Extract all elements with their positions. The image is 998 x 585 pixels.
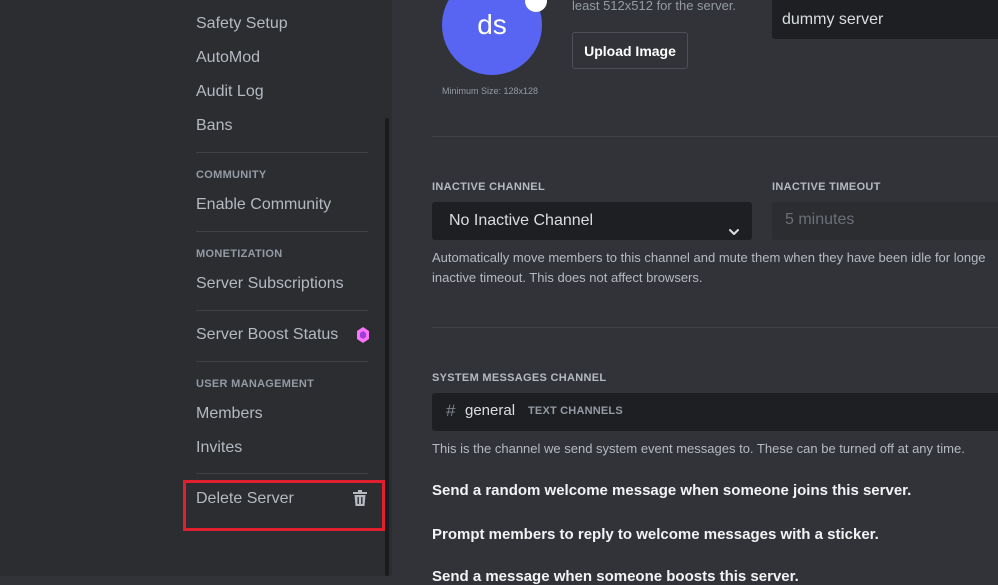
inactive-channel-value: No Inactive Channel	[449, 212, 594, 229]
inactive-timeout-value: 5 minutes	[785, 211, 855, 228]
sidebar-item-server-subscriptions[interactable]: Server Subscriptions	[196, 274, 344, 294]
avatar-initials: ds	[477, 9, 507, 40]
system-messages-label: SYSTEM MESSAGES CHANNEL	[432, 372, 607, 384]
sidebar-header-monetization: MONETIZATION	[196, 248, 283, 260]
server-icon-avatar[interactable]: ds	[442, 0, 542, 75]
inactive-timeout-label: INACTIVE TIMEOUT	[772, 181, 881, 193]
inactive-channel-label: INACTIVE CHANNEL	[432, 181, 545, 193]
inactive-help-line1: Automatically move members to this chann…	[432, 250, 986, 265]
sidebar-item-audit-log[interactable]: Audit Log	[196, 82, 264, 102]
upload-hint: least 512x512 for the server.	[572, 0, 737, 13]
upload-image-button[interactable]: Upload Image	[572, 32, 688, 69]
sidebar-item-bans[interactable]: Bans	[196, 116, 232, 136]
system-channel-name: general	[465, 402, 516, 419]
inactive-timeout-select[interactable]: 5 minutes	[772, 202, 998, 240]
sidebar-divider	[196, 473, 368, 474]
section-divider	[432, 327, 998, 328]
sidebar-divider	[196, 310, 368, 311]
min-size-hint: Minimum Size: 128x128	[442, 86, 539, 96]
boost-gem-icon	[357, 327, 369, 348]
sidebar-header-user-management: USER MANAGEMENT	[196, 378, 315, 390]
system-channel-category: TEXT CHANNELS	[528, 405, 623, 417]
inactive-channel-select[interactable]: No Inactive Channel	[432, 202, 752, 240]
sidebar-item-server-boost-status[interactable]: Server Boost Status	[196, 325, 338, 345]
inactive-help-line2: inactive timeout. This does not affect b…	[432, 270, 703, 285]
sidebar-scrollbar[interactable]	[385, 118, 389, 576]
settings-sidebar: Safety Setup AutoMod Audit Log Bans COMM…	[0, 0, 392, 576]
delete-server-highlight	[183, 480, 385, 531]
sidebar-divider	[196, 231, 368, 232]
toggle-welcome-message[interactable]: Send a random welcome message when someo…	[432, 482, 911, 499]
system-messages-channel-select[interactable]: # general TEXT CHANNELS	[432, 393, 998, 431]
server-name-input[interactable]: dummy server	[772, 0, 998, 39]
system-messages-help: This is the channel we send system event…	[432, 441, 965, 456]
sidebar-item-invites[interactable]: Invites	[196, 438, 242, 458]
toggle-boost-message[interactable]: Send a message when someone boosts this …	[432, 568, 799, 585]
sidebar-item-automod[interactable]: AutoMod	[196, 48, 260, 68]
toggle-sticker-reply[interactable]: Prompt members to reply to welcome messa…	[432, 526, 879, 543]
sidebar-header-community: COMMUNITY	[196, 169, 267, 181]
sidebar-item-safety-setup[interactable]: Safety Setup	[196, 14, 288, 34]
sidebar-divider	[196, 152, 368, 153]
hashtag-icon: #	[446, 401, 456, 420]
sidebar-divider	[196, 361, 368, 362]
section-divider	[432, 136, 998, 137]
sidebar-item-members[interactable]: Members	[196, 404, 263, 424]
sidebar-item-enable-community[interactable]: Enable Community	[196, 195, 331, 215]
